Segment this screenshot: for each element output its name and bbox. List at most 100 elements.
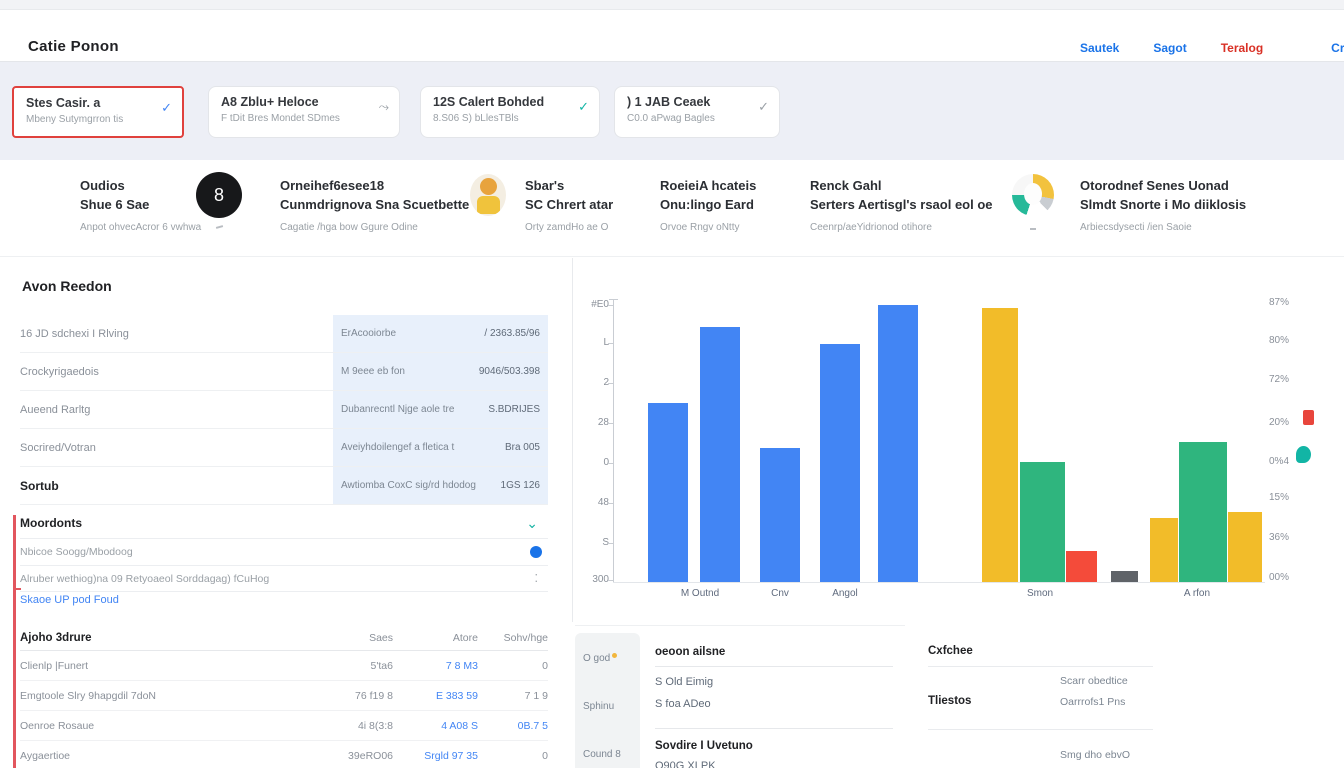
feature-item-5: Renck Gahl Serters Aertisgl's rsaol eol …	[810, 176, 993, 233]
nav-link-1[interactable]: Sautek	[1080, 41, 1119, 55]
stat-card-subtitle: Mbeny Sutymgrron tis	[26, 114, 170, 125]
x-axis-category-label: Smon	[998, 588, 1082, 599]
chart-bar	[1228, 512, 1262, 582]
chart-bar	[1179, 442, 1227, 582]
bottom-center-panel: O god Sphinu Cound 8 oeoon ailsne S Old …	[575, 625, 905, 768]
bar-chart-plot: #E0L228048S30087%80%72%20%0%415%36%00%M …	[575, 258, 1344, 624]
detail-key: M 9eee eb fon	[341, 366, 405, 377]
right-axis-tick-label: 15%	[1269, 492, 1311, 503]
y-axis-tick	[608, 580, 614, 581]
list-item: Sovdire I Uvetuno	[655, 740, 753, 752]
feature-title-line2: Shue 6 Sae	[80, 197, 149, 212]
tab-3[interactable]: Cound 8	[583, 749, 621, 760]
nav-link-2[interactable]: Sagot	[1153, 41, 1186, 55]
feature-subtitle: Arbiecsdysecti /ien Saoie	[1080, 222, 1246, 233]
feature-item-6: Otorodnef Senes Uonad Slmdt Snorte i Mo …	[1080, 176, 1246, 233]
detail-row: Crockyrigaedois M 9eee eb fon 9046/503.3…	[20, 353, 548, 391]
blue-dot-icon[interactable]	[530, 546, 542, 558]
row-label: Oenroe Rosaue	[20, 720, 318, 732]
y-axis-tick-label: 300	[575, 574, 609, 585]
divider	[928, 666, 1153, 667]
stat-card-title: 12S Calert Bohded	[433, 95, 587, 109]
stat-card-title: Stes Casir. a	[26, 96, 170, 110]
x-axis-category-label: Angol	[803, 588, 887, 599]
feature-title-line2: Onu:lingo Eard	[660, 197, 754, 212]
show-report-link[interactable]: Skaoe UP pod Foud	[20, 594, 119, 606]
y-axis-tick-label: 2	[575, 377, 609, 388]
tab-label: O god	[583, 653, 610, 664]
row-value: 76 f19 8	[318, 690, 393, 702]
bottom-right-panel: Cxfchee Tliestos Scarr obedtice Oarrrofs…	[925, 625, 1344, 768]
top-strip	[0, 0, 1344, 10]
feature-title-line2: Cunmdrignova Sna Scuetbette	[280, 197, 469, 212]
row-label: Tliestos	[928, 695, 971, 707]
stat-card-subtitle: F tDit Bres Mondet SDmes	[221, 113, 387, 124]
divider	[655, 666, 893, 667]
stat-card-2[interactable]: A8 Zblu+ Heloce F tDit Bres Mondet SDmes…	[208, 86, 400, 138]
summary-table-title: Ajoho 3drure	[20, 632, 318, 644]
nav-link-4[interactable]: Cronyp Cuen	[1331, 41, 1344, 55]
toggle-row[interactable]: Alruber wethiog)na 09 Retyoaeol Sorddaga…	[20, 565, 548, 592]
divider	[655, 728, 893, 729]
row-value: Oarrrofs1 Pns	[1060, 696, 1125, 708]
number-eight-badge-icon: 8	[196, 172, 242, 218]
tab-label: Cound 8	[583, 749, 621, 760]
chart-bar	[878, 305, 918, 582]
trend-icon: ⤳	[379, 99, 389, 115]
column-header: Sohv/hge	[478, 632, 548, 644]
y-axis-tick-label: 48	[575, 497, 609, 508]
chart-bar	[700, 327, 740, 582]
detail-key: Awtiomba CoxC sig/rd hdodog	[341, 480, 476, 491]
detail-label: Aueend Rarltg	[20, 404, 333, 416]
row-value: 0B.7 5	[478, 720, 548, 732]
row-value: Srgld 97 35	[393, 750, 478, 762]
y-axis-tick-label: 0	[575, 457, 609, 468]
more-dots-icon[interactable]: ⁚	[535, 572, 539, 585]
tab-2[interactable]: Sphinu	[583, 701, 614, 712]
panel-divider	[572, 258, 573, 622]
stat-card-4[interactable]: ) 1 JAB Ceaek C0.0 aPwag Bagles ✓	[614, 86, 780, 138]
stat-card-1[interactable]: Stes Casir. a Mbeny Sutymgrron tis ✓	[12, 86, 184, 138]
accordion-row[interactable]: Moordonts ⌄	[20, 510, 548, 536]
row-value: 4 A08 S	[393, 720, 478, 732]
detail-row: Aueend Rarltg Dubanrecntl Njge aole tre …	[20, 391, 548, 429]
row-value: Scarr obedtice	[1060, 675, 1128, 687]
y-axis-tick-label: #E0	[575, 299, 609, 310]
detail-key: ErAcooiorbe	[341, 328, 396, 339]
brand-title: Catie Ponon	[28, 38, 119, 55]
chevron-down-icon[interactable]: ⌄	[526, 515, 538, 532]
row-value: E 383 59	[393, 690, 478, 702]
nav-link-3[interactable]: Teralog	[1221, 41, 1263, 55]
detail-row: 16 JD sdchexi I Rlving ErAcooiorbe / 236…	[20, 315, 548, 353]
tab-1[interactable]: O god	[583, 653, 617, 664]
right-axis-tick-label: 0%4	[1269, 456, 1311, 467]
right-axis-tick-label: 00%	[1269, 572, 1311, 583]
feature-title: Otorodnef Senes Uonad	[1080, 178, 1229, 193]
toggle-row[interactable]: Nbicoe Soogg/Mbodoog	[20, 538, 548, 565]
y-axis-tick	[608, 463, 614, 464]
y-axis-tick-label: S	[575, 537, 609, 548]
pie-chart-icon	[1012, 174, 1054, 216]
row-label: Emgtoole Slry 9hapgdil 7doN	[20, 690, 318, 702]
row-value: 4i 8(3:8	[318, 720, 393, 732]
divider	[928, 729, 1153, 730]
accordion-label: Moordonts	[20, 516, 82, 530]
detail-value: 1GS 126	[501, 480, 540, 491]
table-row: Oenroe Rosaue 4i 8(3:8 4 A08 S 0B.7 5	[20, 711, 548, 741]
feature-title: Renck Gahl	[810, 178, 882, 193]
feature-subtitle: Cagatie /hga bow Ggure Odine	[280, 222, 469, 233]
table-row: Clienlp |Funert 5'ta6 7 8 M3 0	[20, 651, 548, 681]
y-axis-tick	[608, 543, 614, 544]
summary-table-header: Ajoho 3drure Saes Atore Sohv/hge	[20, 625, 548, 651]
stat-card-subtitle: 8.S06 S) bLlesTBls	[433, 113, 587, 124]
feature-item-3: Sbar's SC Chrert atar Orty zamdHo ae O	[525, 176, 613, 233]
column-header: Saes	[318, 632, 393, 644]
y-axis-tick	[608, 343, 614, 344]
toggle-label: Alruber wethiog)na 09 Retyoaeol Sorddaga…	[20, 573, 269, 585]
chart-bar	[1020, 462, 1065, 582]
stat-card-3[interactable]: 12S Calert Bohded 8.S06 S) bLlesTBls ✓	[420, 86, 600, 138]
table-row: Aygaertioe 39eRO06 Srgld 97 35 0	[20, 741, 548, 768]
app-header: Catie Ponon Sautek Sagot Teralog Cronyp …	[0, 10, 1344, 62]
right-axis-tick-label: 20%	[1269, 417, 1311, 428]
panel-header: Cxfchee	[928, 645, 973, 657]
